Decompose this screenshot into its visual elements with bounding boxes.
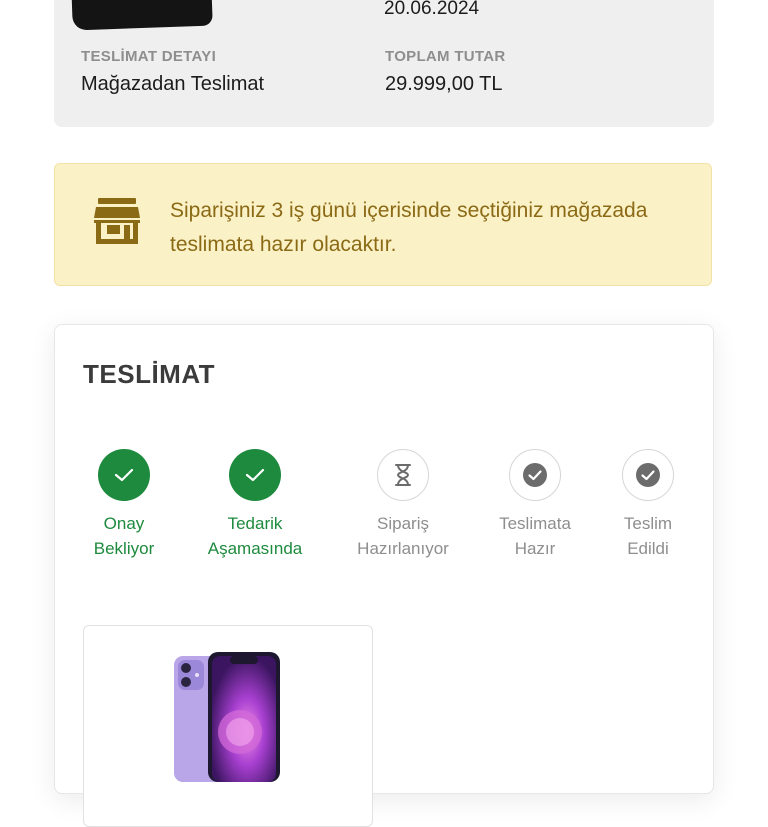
step-label: Teslimata Hazır xyxy=(499,514,571,558)
phone-product-image xyxy=(174,652,280,782)
step-label: Teslim Edildi xyxy=(623,514,673,558)
total-amount-label: TOPLAM TUTAR xyxy=(385,48,506,65)
step-teslim-edildi: Teslim Edildi xyxy=(583,449,713,561)
step-label: Onay Bekliyor xyxy=(93,514,155,558)
check-circle-icon xyxy=(636,463,660,487)
store-pickup-info-banner: Siparişiniz 3 iş günü içerisinde seçtiği… xyxy=(54,163,712,286)
product-tile[interactable] xyxy=(83,625,373,827)
step-label: Sipariş Hazırlanıyor xyxy=(357,514,449,558)
step-status-circle xyxy=(229,449,281,501)
step-status-circle xyxy=(509,449,561,501)
step-status-circle xyxy=(98,449,150,501)
total-amount-value: 29.999,00 TL xyxy=(385,73,503,95)
step-teslimata-hazir: Teslimata Hazır xyxy=(470,449,600,561)
step-status-circle xyxy=(622,449,674,501)
step-tedarik-asamasinda: Tedarik Aşamasında xyxy=(190,449,320,561)
check-icon xyxy=(245,468,265,482)
hourglass-icon xyxy=(395,464,411,486)
delivery-status-card: TESLİMAT Onay Bekliyor Tedarik Aşamasınd… xyxy=(54,324,714,827)
step-label: Tedarik Aşamasında xyxy=(207,514,303,558)
order-date: 20.06.2024 xyxy=(384,0,480,19)
delivery-detail-label: TESLİMAT DETAYI xyxy=(81,48,217,65)
delivery-detail-value: Mağazadan Teslimat xyxy=(81,73,265,95)
order-summary-card: 20.06.2024 TESLİMAT DETAYI Mağazadan Tes… xyxy=(54,0,714,127)
step-onay-bekliyor: Onay Bekliyor xyxy=(59,449,189,561)
step-siparis-hazirlaniyor: Sipariş Hazırlanıyor xyxy=(338,449,468,561)
step-status-circle xyxy=(377,449,429,501)
store-icon xyxy=(94,198,140,244)
store-pickup-info-text: Siparişiniz 3 iş günü içerisinde seçtiği… xyxy=(170,199,648,256)
total-amount: TOPLAM TUTAR 29.999,00 TL xyxy=(385,48,506,96)
delivery-section-title: TESLİMAT xyxy=(83,359,216,389)
check-icon xyxy=(114,468,134,482)
check-circle-icon xyxy=(523,463,547,487)
redacted-order-number xyxy=(71,0,213,31)
delivery-detail: TESLİMAT DETAYI Mağazadan Teslimat xyxy=(81,48,264,96)
